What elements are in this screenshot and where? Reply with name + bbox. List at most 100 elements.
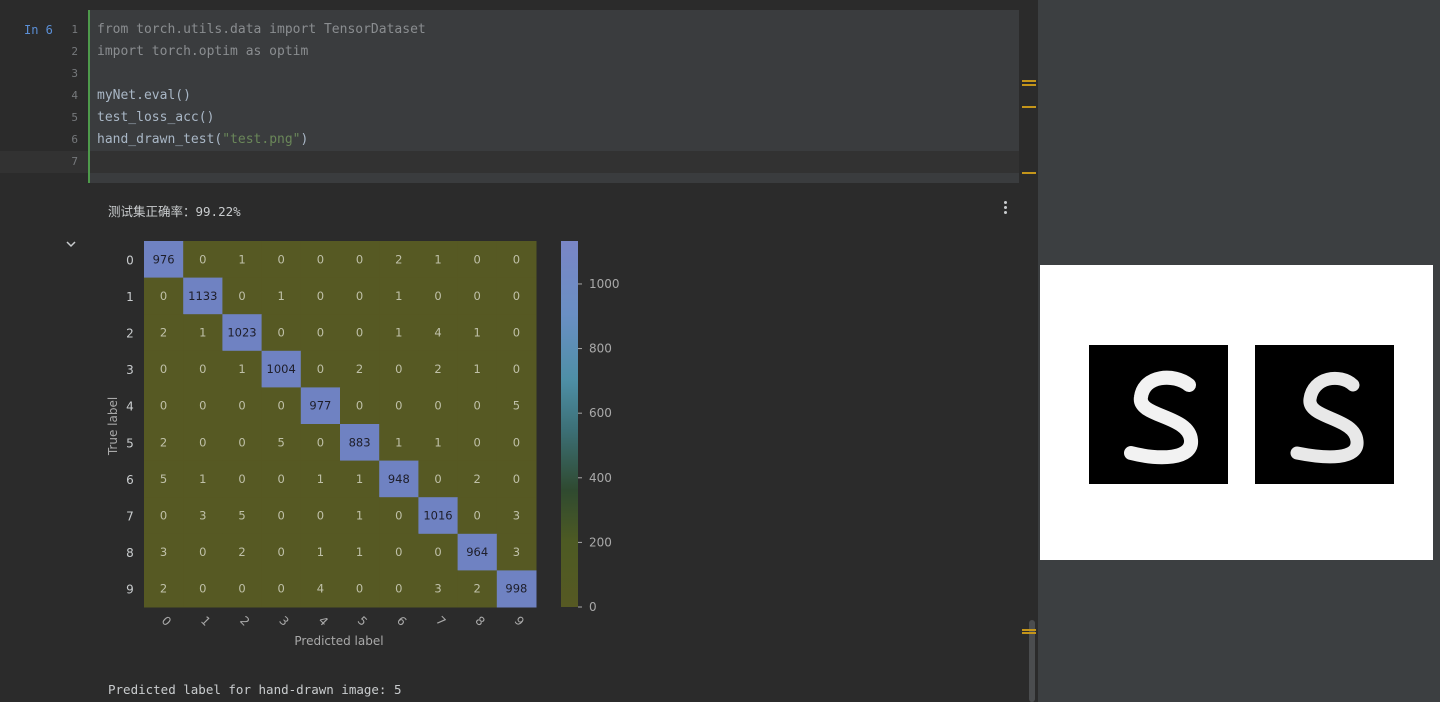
x-tick-labels: 0 1 2 3 4 5 6 7 8 9 bbox=[159, 614, 527, 629]
x-tick-label: 3 bbox=[276, 614, 291, 629]
more-vertical-icon[interactable] bbox=[995, 198, 1015, 218]
heatmap-cell-label: 1 bbox=[278, 289, 285, 303]
heatmap-cell-label: 0 bbox=[513, 326, 520, 340]
x-tick-label: 2 bbox=[237, 614, 252, 629]
heatmap-cell-label: 0 bbox=[395, 582, 402, 596]
heatmap-cell-label: 1 bbox=[434, 435, 441, 449]
y-tick-label: 5 bbox=[126, 436, 134, 450]
heatmap-cell-label: 0 bbox=[238, 289, 245, 303]
heatmap-cell-label: 0 bbox=[317, 362, 324, 376]
y-tick-label: 0 bbox=[126, 253, 134, 267]
heatmap-cell-label: 0 bbox=[513, 252, 520, 266]
heatmap-cell-label: 998 bbox=[505, 582, 527, 596]
heatmap-cell-label: 0 bbox=[356, 252, 363, 266]
scroll-marker bbox=[1022, 629, 1036, 631]
heatmap-cell-label: 0 bbox=[317, 326, 324, 340]
heatmap-cell-label: 0 bbox=[278, 252, 285, 266]
x-tick-label: 4 bbox=[316, 614, 331, 629]
heatmap-cell-label: 1 bbox=[395, 289, 402, 303]
heatmap-cell-label: 0 bbox=[199, 399, 206, 413]
scroll-marker bbox=[1022, 80, 1036, 82]
heatmap-cell-label: 5 bbox=[278, 435, 285, 449]
heatmap-cell-label: 1 bbox=[199, 326, 206, 340]
heatmap-cell-label: 0 bbox=[434, 545, 441, 559]
heatmap-cell-label: 0 bbox=[513, 362, 520, 376]
heatmap-cell-label: 1 bbox=[356, 472, 363, 486]
heatmap-cell-label: 1 bbox=[317, 545, 324, 559]
colorbar-tick-label: 800 bbox=[589, 342, 612, 356]
y-tick-label: 9 bbox=[126, 583, 134, 597]
heatmap-cell-label: 0 bbox=[317, 289, 324, 303]
scroll-marker bbox=[1022, 172, 1036, 174]
heatmap-cell-label: 2 bbox=[395, 252, 402, 266]
heatmap-cell-label: 4 bbox=[434, 326, 441, 340]
heatmap-cell-label: 0 bbox=[278, 472, 285, 486]
heatmap-cell-label: 0 bbox=[513, 435, 520, 449]
heatmap-cell-label: 0 bbox=[434, 289, 441, 303]
x-tick-label: 5 bbox=[355, 614, 370, 629]
heatmap-cell-label: 0 bbox=[238, 472, 245, 486]
heatmap-cell-label: 0 bbox=[474, 399, 481, 413]
heatmap-cell-label: 1016 bbox=[423, 509, 452, 523]
heatmap-cell-label: 0 bbox=[238, 435, 245, 449]
heatmap-cell-label: 0 bbox=[395, 399, 402, 413]
heatmap-cell-label: 2 bbox=[474, 472, 481, 486]
heatmap-cell-label: 0 bbox=[238, 582, 245, 596]
y-tick-label: 8 bbox=[126, 546, 134, 560]
heatmap-cell-label: 1004 bbox=[267, 362, 296, 376]
heatmap-cell-label: 0 bbox=[356, 399, 363, 413]
heatmap-cell-label: 0 bbox=[199, 362, 206, 376]
confusion-matrix-chart: 976 0 1 0 0 0 2 1 0 00 1133 0 1 0 0 1 0 0 02 1 1023 0 0 0 1 4 1 00 0… bbox=[106, 241, 620, 648]
colorbar bbox=[561, 241, 578, 607]
y-tick-label: 6 bbox=[126, 473, 134, 487]
heatmap-cell-label: 1 bbox=[474, 362, 481, 376]
heatmap-cell-label: 0 bbox=[199, 545, 206, 559]
heatmap-cell-label: 0 bbox=[278, 399, 285, 413]
heatmap-cell-label: 0 bbox=[160, 289, 167, 303]
heatmap-cell-label: 1 bbox=[474, 326, 481, 340]
heatmap-cell-label: 0 bbox=[278, 509, 285, 523]
heatmap-cell-label: 2 bbox=[356, 362, 363, 376]
heatmap-cell-label: 1 bbox=[317, 472, 324, 486]
heatmap-cell-label: 0 bbox=[317, 509, 324, 523]
heatmap-cell-label: 948 bbox=[388, 472, 410, 486]
heatmap-cell-label: 0 bbox=[474, 435, 481, 449]
heatmap-cell-label: 0 bbox=[395, 545, 402, 559]
heatmap-cell-label: 976 bbox=[153, 252, 175, 266]
heatmap-cell-label: 0 bbox=[356, 326, 363, 340]
heatmap-cell-label: 1 bbox=[434, 252, 441, 266]
heatmap-cell-label: 4 bbox=[317, 582, 324, 596]
heatmap-cell-label: 1 bbox=[238, 362, 245, 376]
heatmap-cell-label: 2 bbox=[160, 326, 167, 340]
heatmap-cell-label: 0 bbox=[474, 252, 481, 266]
x-tick-label: 7 bbox=[433, 614, 448, 629]
heatmap-cell-label: 0 bbox=[513, 289, 520, 303]
heatmap-cell-label: 3 bbox=[513, 509, 520, 523]
x-axis-label: Predicted label bbox=[294, 634, 383, 648]
heatmap-cell-label: 5 bbox=[513, 399, 520, 413]
hand-drawn-digit-processed bbox=[1255, 345, 1394, 484]
heatmap-cell-label: 1023 bbox=[227, 326, 256, 340]
x-tick-label: 9 bbox=[512, 614, 527, 629]
heatmap-cell-label: 883 bbox=[349, 435, 371, 449]
x-tick-label: 1 bbox=[198, 614, 213, 629]
heatmap-cell-label: 0 bbox=[160, 399, 167, 413]
y-axis-label: True label bbox=[106, 397, 120, 456]
heatmap-cell-label: 0 bbox=[434, 472, 441, 486]
y-tick-label: 3 bbox=[126, 363, 134, 377]
heatmap-cell-label: 1 bbox=[356, 509, 363, 523]
colorbar-tick-label: 400 bbox=[589, 471, 612, 485]
heatmap-cell-label: 0 bbox=[474, 509, 481, 523]
hand-drawn-image-figure bbox=[1040, 265, 1433, 560]
heatmap-cell-label: 1 bbox=[395, 435, 402, 449]
heatmap-cell-label: 0 bbox=[395, 362, 402, 376]
x-tick-label: 0 bbox=[159, 614, 174, 629]
scroll-marker bbox=[1022, 632, 1036, 634]
y-tick-label: 4 bbox=[126, 400, 134, 414]
heatmap-cell-label: 0 bbox=[238, 399, 245, 413]
heatmap-cell-label: 0 bbox=[160, 509, 167, 523]
heatmap-cell-label: 0 bbox=[199, 435, 206, 449]
heatmap-cell-label: 3 bbox=[513, 545, 520, 559]
colorbar-tick-labels: 0 200 400 600 800 1000 bbox=[578, 277, 620, 614]
heatmap-cell-label: 0 bbox=[356, 582, 363, 596]
